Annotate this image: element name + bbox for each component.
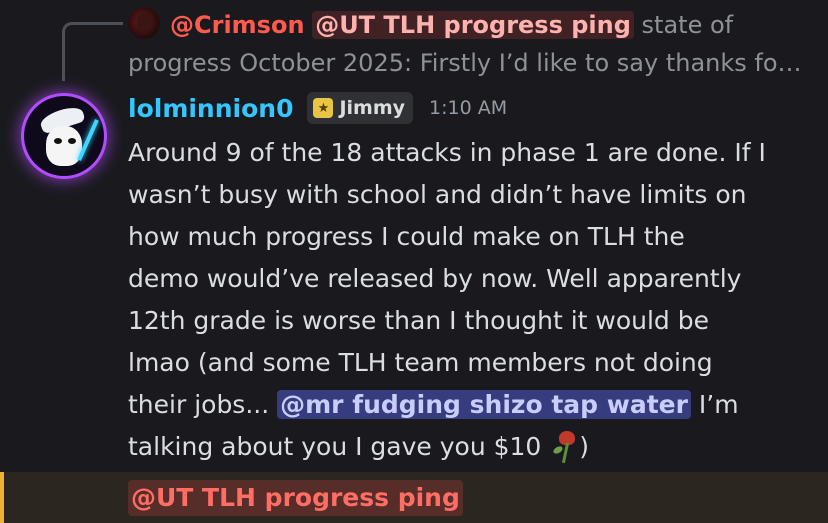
highlighted-next-message: @UT TLH progress ping: [0, 472, 828, 523]
avatar-eye-left: [54, 138, 62, 144]
message-line: talking about you I gave you $10 ): [128, 426, 818, 468]
user-avatar[interactable]: [24, 96, 104, 176]
timestamp[interactable]: 1:10 AM: [429, 97, 507, 119]
message-line: their jobs... @mr fudging shizo tap wate…: [128, 384, 818, 426]
message-body: Around 9 of the 18 attacks in phase 1 ar…: [128, 132, 818, 468]
avatar-eye-right: [68, 138, 76, 144]
message-line: lmao (and some TLH team members not doin…: [128, 348, 713, 377]
message-header: lolminnion0 ★ Jimmy 1:10 AM: [128, 88, 507, 128]
avatar-face: [46, 126, 82, 166]
wilted-rose-icon[interactable]: [549, 429, 579, 465]
message-line: demo would’ve released by now. Well appa…: [128, 264, 742, 293]
tag-label: Jimmy: [339, 97, 406, 119]
username[interactable]: lolminnion0: [128, 94, 293, 123]
line-text: I’m: [690, 390, 739, 419]
reply-excerpt-line2: progress October 2025: Firstly I’d like …: [128, 49, 802, 77]
reply-author[interactable]: @Crimson: [170, 11, 305, 39]
line-text: their jobs...: [128, 390, 278, 419]
message-line: how much progress I could make on TLH th…: [128, 222, 685, 251]
user-mention[interactable]: @mr fudging shizo tap water: [277, 390, 691, 419]
jimmy-badge-icon: ★: [313, 98, 334, 118]
line-text: talking about you I gave you $10: [128, 432, 550, 461]
message-line: wasn’t busy with school and didn’t have …: [128, 180, 747, 209]
reply-role-mention[interactable]: @UT TLH progress ping: [312, 11, 634, 39]
crimson-avatar-icon[interactable]: [128, 7, 160, 39]
role-mention[interactable]: @UT TLH progress ping: [128, 480, 463, 516]
user-tag[interactable]: ★ Jimmy: [307, 92, 414, 124]
reply-preview[interactable]: @Crimson @UT TLH progress ping state of …: [128, 6, 818, 82]
message-line: Around 9 of the 18 attacks in phase 1 ar…: [128, 138, 766, 167]
reply-connector: [62, 22, 123, 81]
reply-excerpt-line1: state of: [641, 11, 734, 39]
line-text: ): [579, 432, 590, 461]
message-line: 12th grade is worse than I thought it wo…: [128, 306, 709, 335]
